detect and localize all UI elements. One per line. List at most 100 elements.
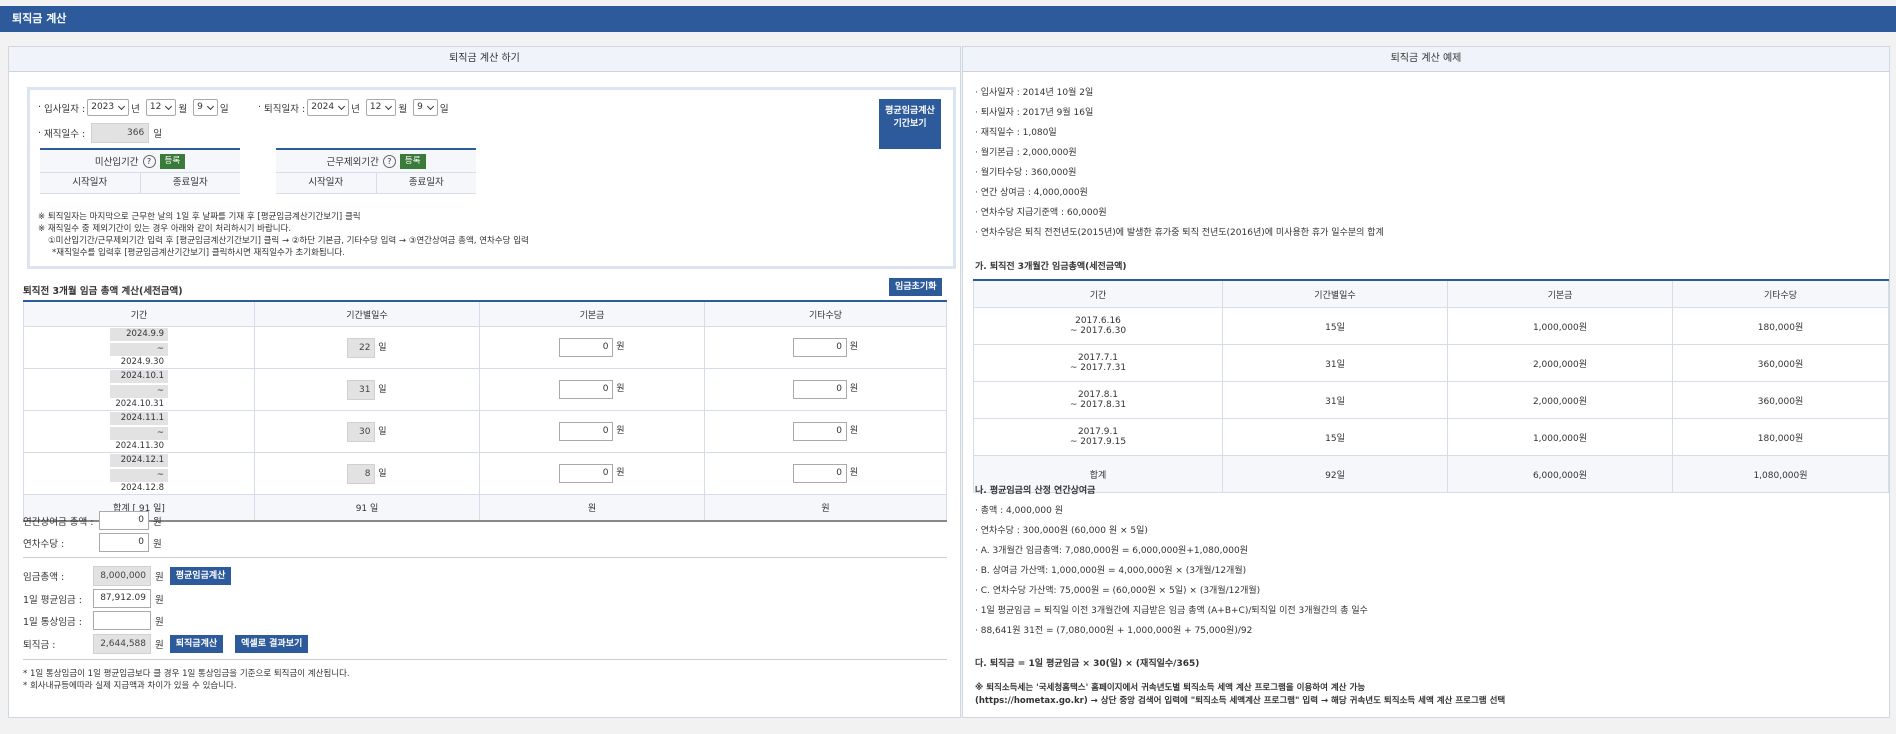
excel-result-button[interactable]: 엑셀로 결과보기 [235, 635, 309, 653]
calc-text: A. 3개월간 임금총액: 7,080,000원 = 6,000,000원+1,… [980, 546, 1248, 556]
divider [23, 557, 947, 558]
days-value[interactable]: 8 [347, 463, 376, 484]
severance-calc-button[interactable]: 퇴직금계산 [169, 635, 224, 653]
bonus-label: 연간상여금 총액 : [23, 516, 94, 528]
days-cell: 31일 [1222, 344, 1448, 382]
period-cell: 2017.9.1 ~ 2017.9.15 [973, 418, 1223, 456]
example-table: 기간 기간별일수 기본금 기타수당 2017.6.16 ~ 2017.6.30 1… [973, 279, 1889, 493]
window: 퇴직금 계산 퇴직금 계산 하기 · 입사일자 : 2023 년 12 월 9 … [0, 0, 1896, 734]
total-row: 합계 [ 91 일] 91 일 원 원 [23, 494, 947, 521]
base-pay-input[interactable]: 0 [559, 338, 614, 357]
year-unit: 년 [351, 103, 360, 115]
base-pay-input[interactable]: 0 [559, 464, 614, 483]
total-wage-value[interactable]: 8,000,000 [93, 566, 151, 586]
col-header: 기간별일수 [1222, 279, 1448, 308]
note-line: ※ 퇴직일자는 마지막으로 근무한 날의 1일 후 날짜를 기재 후 [평균임금… [38, 212, 361, 222]
wage-reset-button[interactable]: 임금초기화 [889, 278, 943, 296]
total-wage-row: 임금총액 : 8,000,000 원 평균임금계산 [23, 566, 232, 586]
footnote: * 1일 통상임금이 1일 평균임금보다 클 경우 1일 통상임금을 기준으로 … [23, 669, 350, 679]
won-unit: 원 [616, 384, 625, 394]
base-cell: 1,000,000원 [1447, 307, 1673, 345]
annual-leave-input[interactable]: 0 [99, 533, 149, 552]
calc-line: · A. 3개월간 임금총액: 7,080,000원 = 6,000,000원+… [975, 546, 1248, 556]
daily-avg-value[interactable]: 87,912.09 [93, 589, 151, 608]
leave-day-select[interactable]: 9 [413, 99, 438, 116]
days-cell: 22 일 [254, 326, 480, 369]
end-date-header: 종료일자 [172, 177, 208, 188]
etc-allowance-input[interactable]: 0 [792, 464, 847, 483]
won-unit: 원 [153, 538, 162, 550]
instruction-notes: ※ 퇴직일자는 마지막으로 근무한 날의 1일 후 날짜를 기재 후 [평균임금… [38, 211, 529, 259]
period-from: 2017.8.1 [1077, 390, 1119, 400]
base-cell: 2,000,000원 [1447, 344, 1673, 382]
severance-value[interactable]: 2,644,588 [93, 634, 151, 654]
won-unit: 원 [155, 594, 164, 606]
total-etc: 1,080,000원 [1672, 455, 1889, 493]
days-value[interactable]: 30 [347, 421, 376, 442]
period-to: ~ 2024.9.30 [110, 343, 168, 367]
fact-item: · 연차수당은 퇴직 전전년도(2015년)에 발생한 휴가중 퇴직 전년도(2… [975, 228, 1384, 238]
calc-text: 총액 : 4,000,000 원 [980, 506, 1063, 516]
etc-cell: 0 원 [704, 326, 947, 369]
period-cell: 2024.10.1 ~ 2024.10.31 [23, 368, 255, 411]
day-unit: 일 [370, 503, 379, 514]
base-pay-input[interactable]: 0 [559, 422, 614, 441]
etc-cell: 180,000원 [1672, 418, 1889, 456]
day-unit: 일 [439, 103, 449, 115]
won-unit: 원 [153, 516, 162, 528]
col-header: 기간 [23, 300, 255, 327]
annual-leave-row: 연차수당 : 0 원 [23, 533, 162, 552]
period-from: 2024.9.9 [110, 328, 168, 341]
period-from: 2017.6.16 [1075, 316, 1121, 326]
day-unit: 일 [378, 384, 387, 395]
daily-normal-input[interactable] [93, 611, 151, 630]
register-button[interactable]: 등록 [159, 153, 186, 169]
note-line: ※ 재직일수 중 제외기간이 있는 경우 아래와 같이 처리하시기 바랍니다. [38, 224, 292, 234]
section-b-title: 나. 평균임금의 산정 연간상여금 [975, 486, 1096, 496]
period-to: ~ 2017.7.31 [1069, 363, 1127, 373]
calc-text: 88,641원 31전 = (7,080,000원 + 1,000,000원 +… [980, 626, 1253, 636]
avg-period-button[interactable]: 평균임금계산 기간보기 [879, 99, 941, 149]
etc-allowance-input[interactable]: 0 [792, 338, 847, 357]
days-cell: 31일 [1222, 381, 1448, 419]
won-unit: 원 [155, 640, 164, 651]
col-header: 기간별일수 [254, 300, 480, 327]
calculator-panel: 퇴직금 계산 하기 · 입사일자 : 2023 년 12 월 9 일 · 퇴직일… [8, 46, 961, 718]
period-from: 2024.10.1 [110, 370, 168, 383]
col-header: 기타수당 [704, 300, 947, 327]
day-unit: 일 [219, 103, 229, 115]
start-date-header: 시작일자 [276, 173, 377, 193]
work-days-value[interactable]: 366 [91, 123, 150, 143]
table-row: 2024.12.1 ~ 2024.12.8 8 일 0 원 0 원 [23, 452, 947, 495]
etc-allowance-input[interactable]: 0 [792, 422, 847, 441]
join-date-label: 입사일자 : [44, 103, 86, 115]
table-row: 2017.6.16 ~ 2017.6.30 15일 1,000,000원 180,… [973, 307, 1889, 345]
days-value[interactable]: 31 [347, 379, 376, 400]
base-cell: 0 원 [479, 326, 705, 369]
calc-line: · B. 상여금 가산액: 1,000,000원 = 4,000,000원 × … [975, 566, 1247, 576]
register-button[interactable]: 등록 [399, 153, 426, 169]
base-pay-input[interactable]: 0 [559, 380, 614, 399]
join-day-select[interactable]: 9 [193, 99, 218, 116]
fact-text: 입사일자 : 2014년 10월 2일 [980, 88, 1094, 98]
period-cell: 2017.6.16 ~ 2017.6.30 [973, 307, 1223, 345]
etc-cell: 180,000원 [1672, 307, 1889, 345]
period-to: ~ 2017.8.31 [1069, 400, 1127, 410]
base-cell: 0 원 [479, 368, 705, 411]
join-year-select[interactable]: 2023 [87, 99, 130, 116]
period-cell: 2024.9.9 ~ 2024.9.30 [23, 326, 255, 369]
section-a-title: 가. 퇴직전 3개월간 임금총액(세전금액) [975, 262, 1127, 272]
help-icon[interactable]: ? [142, 154, 156, 168]
total-wage-label: 임금총액 : [23, 572, 65, 583]
leave-month-select[interactable]: 12 [365, 99, 397, 116]
table-row: 2017.7.1 ~ 2017.7.31 31일 2,000,000원 360,0… [973, 344, 1889, 382]
help-icon[interactable]: ? [382, 154, 396, 168]
end-date-header: 종료일자 [408, 177, 444, 188]
fact-text: 연간 상여금 : 4,000,000원 [980, 188, 1088, 198]
leave-year-select[interactable]: 2024 [307, 99, 350, 116]
bonus-input[interactable]: 0 [99, 511, 149, 530]
days-value[interactable]: 22 [347, 337, 376, 358]
join-month-select[interactable]: 12 [145, 99, 177, 116]
etc-allowance-input[interactable]: 0 [792, 380, 847, 399]
avg-wage-calc-button[interactable]: 평균임금계산 [169, 567, 232, 585]
